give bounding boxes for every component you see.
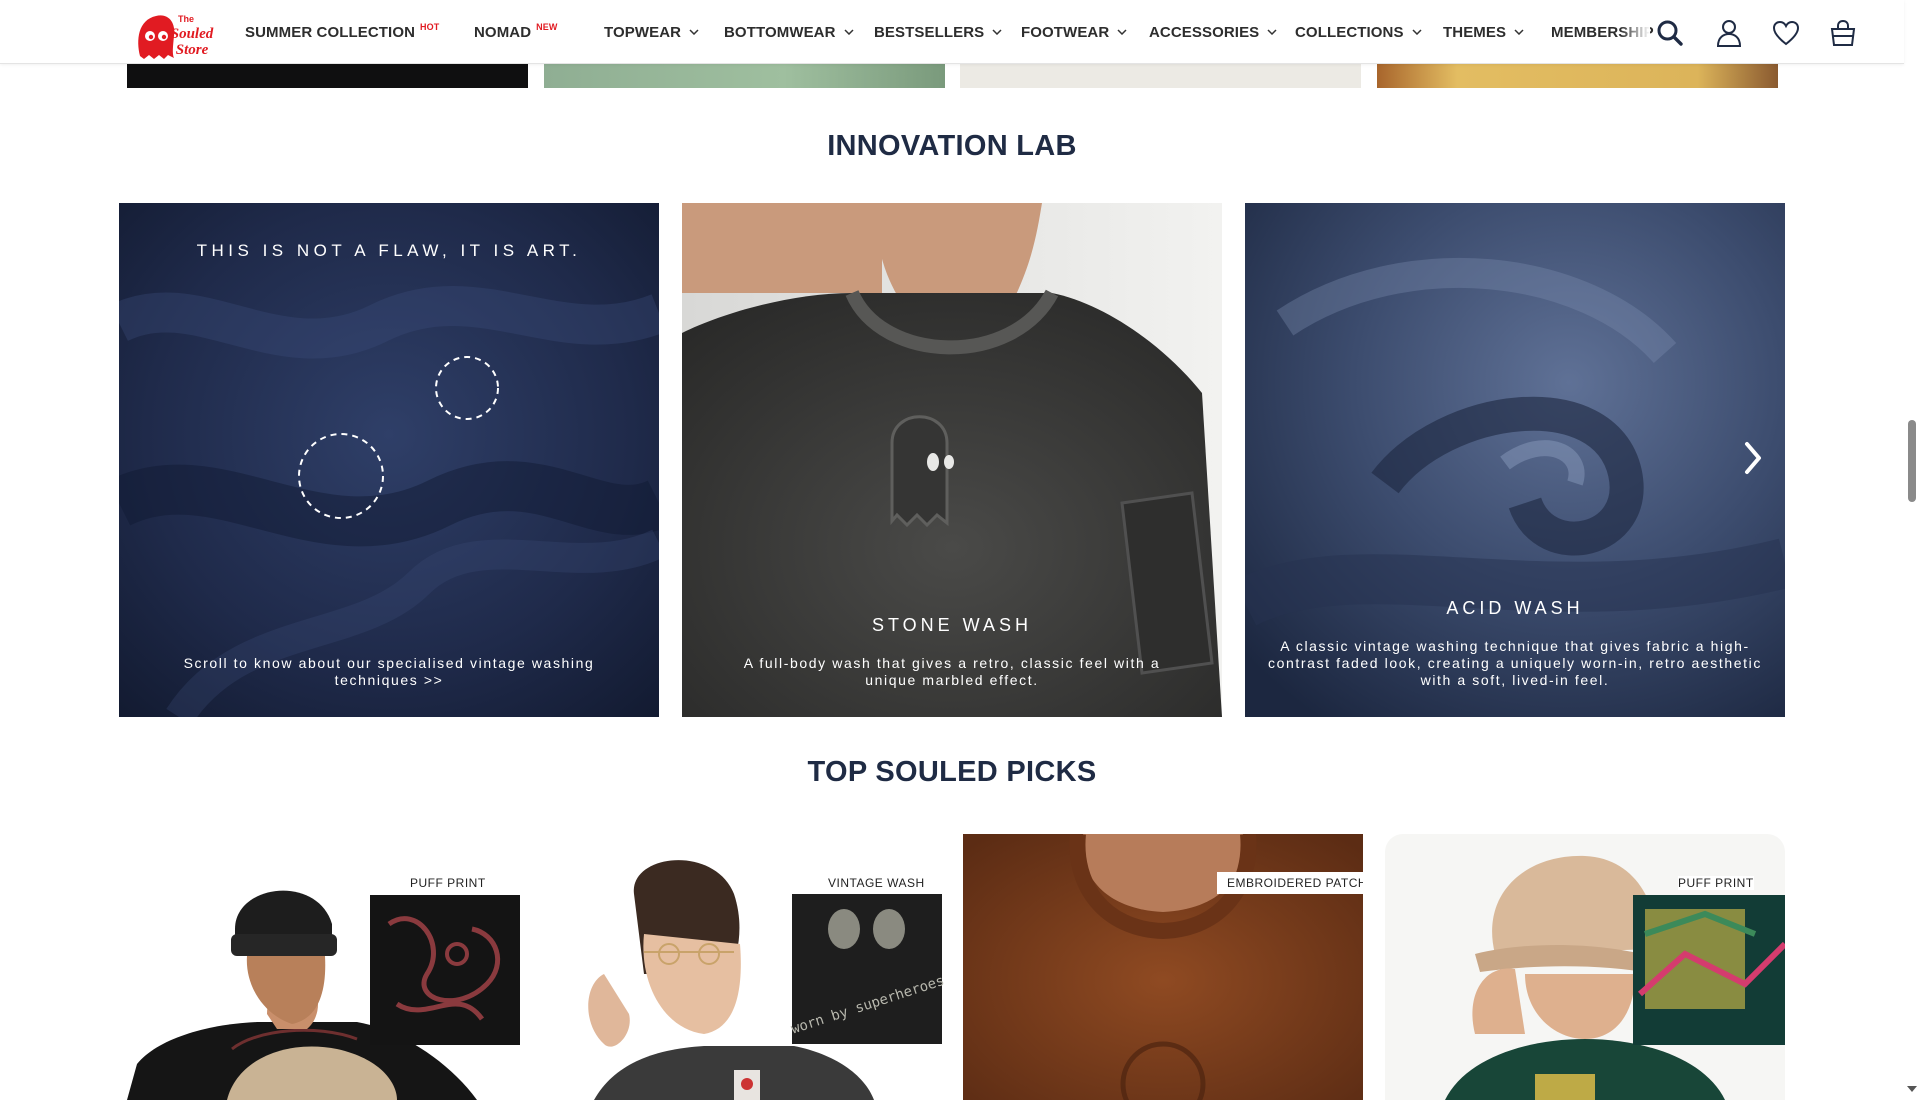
pick-card-embroidered-patch[interactable]: EMBROIDERED PATCH (963, 834, 1363, 1100)
card-description: Scroll to know about our specialised vin… (183, 655, 595, 688)
innovation-card-stone-wash[interactable]: STONE WASH A full-body wash that gives a… (682, 203, 1222, 717)
nav-label: NOMAD (474, 24, 532, 41)
scroll-down-arrow-icon[interactable] (1907, 1086, 1917, 1092)
nav-label: COLLECTIONS (1295, 24, 1404, 41)
nav-label: FOOTWEAR (1021, 24, 1110, 41)
site-header: The Souled Store SUMMER COLLECTION HOT NO… (0, 0, 1904, 64)
nav-themes[interactable]: THEMES (1443, 24, 1524, 41)
nav-bestsellers[interactable]: BESTSELLERS (874, 24, 1002, 41)
nav-label: BESTSELLERS (874, 24, 985, 41)
nav-bottomwear[interactable]: BOTTOMWEAR (724, 24, 854, 41)
nav-summer-collection[interactable]: SUMMER COLLECTION HOT (245, 22, 440, 41)
nav-label: ACCESSORIES (1149, 24, 1260, 41)
pick-card-vintage-wash[interactable]: worn by superheroes VINTAGE WASH (544, 834, 944, 1100)
card-title: ACID WASH (1446, 598, 1584, 618)
collection-image-strip[interactable] (544, 64, 945, 88)
user-icon[interactable] (1714, 18, 1744, 48)
new-badge: NEW (536, 22, 558, 32)
nav-label: THEMES (1443, 24, 1507, 41)
chevron-down-icon (1267, 29, 1277, 35)
pick-card-puff-print[interactable]: PUFF PRINT (127, 834, 527, 1100)
card-description: A classic vintage washing technique that… (1268, 638, 1762, 688)
feature-label: PUFF PRINT (410, 876, 486, 890)
denim-fabric-image (119, 203, 659, 717)
nav-footwear[interactable]: FOOTWEAR (1021, 24, 1127, 41)
nav-overflow-fade (1620, 0, 1650, 63)
nav-accessories[interactable]: ACCESSORIES (1149, 24, 1277, 41)
glasses-model-image: worn by superheroes (544, 834, 944, 1100)
innovation-card-intro[interactable]: THIS IS NOT A FLAW, IT IS ART. Scroll to… (119, 203, 659, 717)
collection-image-strip[interactable] (960, 64, 1361, 88)
main-nav: SUMMER COLLECTION HOT NOMAD NEW TOPWEAR BO… (0, 0, 1660, 64)
card-title: STONE WASH (871, 615, 1032, 635)
stone-wash-tshirt-image (682, 203, 1222, 717)
nav-label: BOTTOMWEAR (724, 24, 836, 41)
pick-card-puff-print-cap[interactable]: PUFF PRINT (1385, 834, 1785, 1100)
feature-label: VINTAGE WASH (828, 876, 925, 890)
innovation-card-acid-wash[interactable]: ACID WASH A classic vintage washing tech… (1245, 203, 1785, 717)
feature-label: PUFF PRINT (1678, 876, 1754, 890)
nav-label: SUMMER COLLECTION (245, 24, 416, 41)
nav-topwear[interactable]: TOPWEAR (604, 24, 699, 41)
hot-badge: HOT (420, 22, 440, 32)
innovation-lab-title: INNOVATION LAB (827, 130, 1077, 162)
nav-label: TOPWEAR (604, 24, 682, 41)
carousel-next-arrow-icon[interactable] (1741, 440, 1765, 476)
feature-label: EMBROIDERED PATCH (1217, 872, 1363, 894)
heart-icon[interactable] (1771, 18, 1801, 48)
scrollbar-thumb[interactable] (1908, 420, 1916, 502)
card-tagline: THIS IS NOT A FLAW, IT IS ART. (196, 241, 582, 260)
chevron-down-icon (992, 29, 1002, 35)
search-icon[interactable] (1655, 18, 1685, 48)
chevron-down-icon (1117, 29, 1127, 35)
chevron-down-icon (1412, 29, 1422, 35)
page-scrollbar[interactable] (1904, 0, 1920, 1100)
nav-nomad[interactable]: NOMAD NEW (474, 22, 558, 41)
chevron-down-icon (689, 29, 699, 35)
top-souled-picks-title: TOP SOULED PICKS (807, 756, 1097, 788)
bag-icon[interactable] (1828, 18, 1858, 48)
collection-image-strip[interactable] (127, 64, 528, 88)
card-description: A full-body wash that gives a retro, cla… (743, 655, 1161, 688)
chevron-down-icon (844, 29, 854, 35)
chevron-down-icon (1514, 29, 1524, 35)
cap-model-image (1385, 834, 1785, 1100)
collection-image-strip[interactable] (1377, 64, 1778, 88)
nav-collections[interactable]: COLLECTIONS (1295, 24, 1422, 41)
beanie-model-image (127, 834, 527, 1100)
